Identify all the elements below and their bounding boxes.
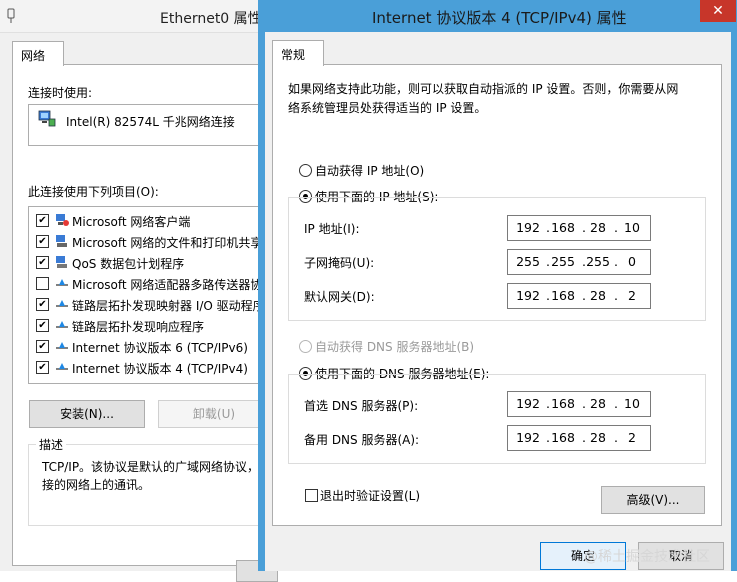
item-label: 链路层拓扑发现映射器 I/O 驱动程序 bbox=[72, 299, 265, 313]
auto-dns-label[interactable]: 自动获得 DNS 服务器地址(B) bbox=[315, 338, 474, 355]
list-item[interactable]: Microsoft 网络适配器多路传送器协议 bbox=[29, 273, 270, 294]
item-checkbox[interactable]: ✔ bbox=[36, 361, 49, 374]
item-checkbox[interactable]: ✔ bbox=[36, 235, 49, 248]
ip-octet: 28 bbox=[590, 288, 606, 303]
file-share-icon bbox=[56, 235, 67, 247]
alternate-dns-field[interactable]: 192. 168. 28. 2 bbox=[507, 425, 651, 451]
list-item[interactable]: ✔ Microsoft 网络客户端 bbox=[29, 210, 269, 231]
ip-octet: 255 bbox=[551, 254, 575, 269]
description-text: TCP/IP。该协议是默认的广域网络协议， 接的网络上的通讯。 bbox=[42, 458, 268, 494]
preferred-dns-label: 首选 DNS 服务器(P): bbox=[304, 399, 419, 413]
ip-octet: 192 bbox=[516, 288, 540, 303]
item-label: Internet 协议版本 4 (TCP/IPv4) bbox=[72, 362, 248, 376]
close-button[interactable]: ✕ bbox=[700, 0, 736, 22]
item-label: QoS 数据包计划程序 bbox=[72, 257, 185, 271]
list-item[interactable]: ✔ QoS 数据包计划程序 bbox=[29, 252, 269, 273]
item-checkbox[interactable]: ✔ bbox=[36, 214, 49, 227]
item-label: Microsoft 网络的文件和打印机共享 bbox=[72, 236, 263, 250]
dialog-title: Internet 协议版本 4 (TCP/IPv4) 属性 bbox=[372, 9, 627, 27]
ip-octet: 255 bbox=[516, 254, 540, 269]
item-label: Microsoft 网络客户端 bbox=[72, 215, 191, 229]
intro-line: 如果网络支持此功能，则可以获取自动指派的 IP 设置。否则，你需要从网 bbox=[288, 82, 679, 96]
ip-octet: 28 bbox=[590, 430, 606, 445]
network-client-icon bbox=[56, 214, 69, 226]
auto-ip-label[interactable]: 自动获得 IP 地址(O) bbox=[315, 162, 424, 179]
ip-octet: 192 bbox=[516, 396, 540, 411]
network-app-icon bbox=[7, 8, 15, 23]
ip-octet: 28 bbox=[590, 220, 606, 235]
qos-icon bbox=[56, 256, 67, 268]
alternate-dns-label: 备用 DNS 服务器(A): bbox=[304, 433, 420, 447]
description-line: TCP/IP。该协议是默认的广域网络协议， bbox=[42, 460, 260, 474]
ip-octet: 255 bbox=[586, 254, 610, 269]
protocol-icon bbox=[56, 342, 68, 349]
protocol-icon bbox=[56, 279, 68, 286]
ip-octet: 10 bbox=[624, 396, 640, 411]
ip-address-field[interactable]: 192. 168. 28. 10 bbox=[507, 215, 651, 241]
advanced-button[interactable]: 高级(V)... bbox=[601, 486, 705, 514]
ip-octet: 2 bbox=[628, 430, 636, 445]
validate-on-exit-label[interactable]: 退出时验证设置(L) bbox=[320, 487, 420, 504]
validate-on-exit-checkbox[interactable] bbox=[305, 489, 318, 502]
uninstall-button[interactable]: 卸载(U) bbox=[158, 400, 270, 428]
list-item[interactable]: ✔ Microsoft 网络的文件和打印机共享 bbox=[29, 231, 269, 252]
tab-general-label: 常规 bbox=[281, 48, 306, 62]
connect-using-label: 连接时使用: bbox=[28, 86, 93, 100]
adapter-name: Intel(R) 82574L 千兆网络连接 bbox=[66, 115, 235, 129]
item-checkbox[interactable]: ✔ bbox=[36, 256, 49, 269]
ip-octet: 10 bbox=[624, 220, 640, 235]
item-checkbox[interactable]: ✔ bbox=[36, 340, 49, 353]
intro-line: 络系统管理员处获得适当的 IP 设置。 bbox=[288, 101, 487, 115]
auto-dns-radio[interactable] bbox=[299, 340, 312, 353]
list-item[interactable]: ✔ 链路层拓扑发现响应程序 bbox=[29, 315, 269, 336]
gateway-field[interactable]: 192. 168. 28. 2 bbox=[507, 283, 651, 309]
item-checkbox[interactable] bbox=[36, 277, 49, 290]
protocol-icon bbox=[56, 300, 68, 307]
tab-network[interactable]: 网络 bbox=[12, 41, 64, 66]
subnet-mask-field[interactable]: 255. 255. 255. 0 bbox=[507, 249, 651, 275]
install-button[interactable]: 安装(N)... bbox=[29, 400, 145, 428]
ip-octet: 192 bbox=[516, 430, 540, 445]
protocol-icon bbox=[56, 321, 68, 328]
preferred-dns-field[interactable]: 192. 168. 28. 10 bbox=[507, 391, 651, 417]
item-checkbox[interactable]: ✔ bbox=[36, 319, 49, 332]
back-window-title: Ethernet0 属性 bbox=[160, 11, 262, 27]
ip-octet: 28 bbox=[590, 396, 606, 411]
connection-items-list[interactable]: ✔ Microsoft 网络客户端 ✔ Microsoft 网络的文件和打印机共… bbox=[28, 206, 270, 384]
subnet-mask-label: 子网掩码(U): bbox=[304, 256, 375, 270]
item-label: Microsoft 网络适配器多路传送器协议 bbox=[72, 278, 270, 292]
ip-octet: 168 bbox=[551, 396, 575, 411]
intro-text: 如果网络支持此功能，则可以获取自动指派的 IP 设置。否则，你需要从网 络系统管… bbox=[288, 80, 708, 118]
ip-octet: 168 bbox=[551, 288, 575, 303]
ip-octet: 168 bbox=[551, 220, 575, 235]
item-label: 链路层拓扑发现响应程序 bbox=[72, 320, 205, 334]
network-adapter-icon bbox=[38, 110, 56, 127]
item-checkbox[interactable]: ✔ bbox=[36, 298, 49, 311]
ip-octet: 168 bbox=[551, 430, 575, 445]
ip-octet: 192 bbox=[516, 220, 540, 235]
ip-octet: 0 bbox=[628, 254, 636, 269]
auto-ip-radio[interactable] bbox=[299, 164, 312, 177]
items-label: 此连接使用下列项目(O): bbox=[28, 185, 159, 199]
gateway-label: 默认网关(D): bbox=[304, 290, 375, 304]
list-item[interactable]: ✔ Internet 协议版本 6 (TCP/IPv6) bbox=[29, 336, 269, 357]
ip-address-label: IP 地址(I): bbox=[304, 222, 360, 236]
list-item[interactable]: ✔ 链路层拓扑发现映射器 I/O 驱动程序 bbox=[29, 294, 269, 315]
ip-octet: 2 bbox=[628, 288, 636, 303]
description-legend: 描述 bbox=[36, 436, 67, 453]
list-item[interactable]: ✔ Internet 协议版本 4 (TCP/IPv4) bbox=[29, 357, 269, 378]
description-line: 接的网络上的通讯。 bbox=[42, 478, 151, 492]
watermark-text: @稀土掘金技术社区 bbox=[584, 549, 710, 565]
item-label: Internet 协议版本 6 (TCP/IPv6) bbox=[72, 341, 248, 355]
tab-network-label: 网络 bbox=[21, 49, 46, 63]
tab-general[interactable]: 常规 bbox=[272, 40, 324, 66]
protocol-icon bbox=[56, 363, 68, 370]
